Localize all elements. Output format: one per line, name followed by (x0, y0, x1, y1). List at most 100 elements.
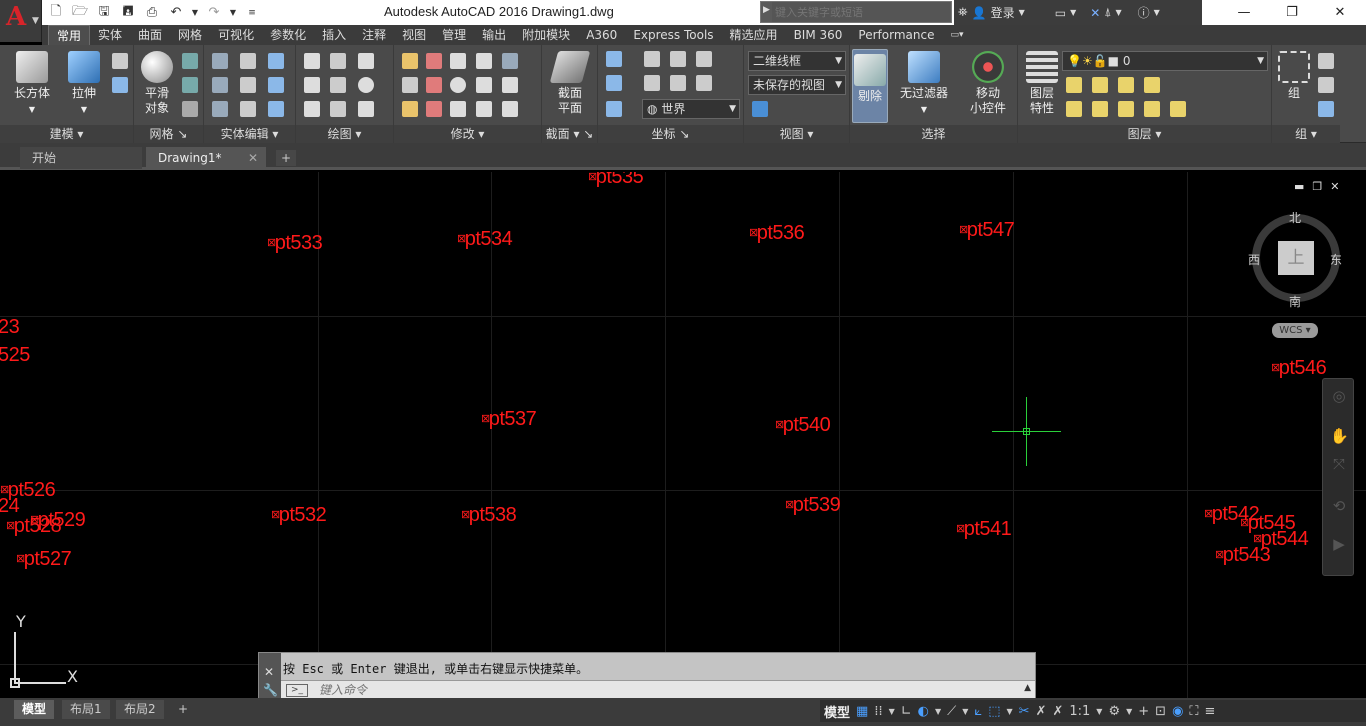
offset-icon[interactable] (450, 77, 466, 93)
customization-menu-icon[interactable]: ≡ (1205, 704, 1216, 719)
mesh-tool-icon[interactable] (182, 77, 198, 93)
add-layout-button[interactable]: + (170, 700, 196, 719)
panel-title-draw[interactable]: 绘图 ▾ (296, 125, 393, 143)
scale-icon[interactable] (476, 77, 492, 93)
panel-title-section[interactable]: 截面 ▾ ↘ (542, 125, 597, 143)
command-input[interactable] (317, 682, 1017, 698)
array-icon[interactable] (450, 101, 466, 117)
binoculars-icon[interactable]: ⛯ (958, 5, 968, 20)
group-tool-icon[interactable] (1318, 53, 1334, 69)
solid-edit-icon[interactable] (268, 53, 284, 69)
auto-scale-icon[interactable]: ✗ (1036, 704, 1047, 719)
showmotion-icon[interactable]: ▶ (1330, 535, 1348, 553)
panel-title-view[interactable]: 视图 ▾ (744, 125, 849, 143)
panel-title-solid-edit[interactable]: 实体编辑 ▾ (204, 125, 295, 143)
ucs-icon[interactable] (670, 75, 686, 91)
layer-properties-button[interactable]: 图层 特性 (1022, 51, 1062, 116)
panel-title-mesh[interactable]: 网格 ↘ (134, 125, 203, 143)
spline-icon[interactable] (304, 77, 320, 93)
compass-north[interactable]: 北 (1289, 209, 1301, 226)
panel-title-modify[interactable]: 修改 ▾ (394, 125, 541, 143)
panel-title-coordinates[interactable]: 坐标 ↘ (598, 125, 743, 143)
copy-icon[interactable] (476, 53, 492, 69)
tab-insert[interactable]: 插入 (314, 25, 354, 45)
layer-tool-icon[interactable] (1144, 77, 1160, 93)
point-label[interactable]: 23 (0, 316, 20, 339)
restore-icon[interactable]: ❐ (1312, 180, 1322, 193)
app-store-icon[interactable]: ▭ (1055, 6, 1066, 20)
command-prompt-icon[interactable]: >_ (286, 684, 308, 697)
ucs-icon[interactable] (644, 75, 660, 91)
exchange-icon[interactable]: ✕ (1090, 6, 1100, 20)
layer-tool-icon[interactable] (1144, 101, 1160, 117)
redo-dropdown-icon[interactable]: ▼ (228, 4, 238, 22)
compass-west[interactable]: 西 (1248, 251, 1260, 268)
tab-layout2[interactable]: 布局2 (116, 700, 164, 719)
mesh-tool-icon[interactable] (182, 53, 198, 69)
tab-express-tools[interactable]: Express Tools (625, 25, 721, 45)
panel-title-modeling[interactable]: 建模 ▾ (0, 125, 133, 143)
tab-drawing1[interactable]: Drawing1* ✕ (146, 147, 266, 169)
point-label[interactable]: ⊠pt540 (775, 414, 831, 437)
mesh-tool-icon[interactable] (182, 101, 198, 117)
draw-tool-icon[interactable] (330, 53, 346, 69)
user-icon[interactable]: 👤 (972, 6, 987, 20)
chevron-down-icon[interactable]: ▼ (1116, 8, 1122, 17)
tab-output[interactable]: 输出 (474, 25, 514, 45)
layer-tool-icon[interactable] (1092, 101, 1108, 117)
chevron-down-icon[interactable]: ▼ (962, 707, 968, 716)
tab-home[interactable]: 常用 (48, 25, 91, 45)
isolate-objects-icon[interactable]: ⊡ (1155, 704, 1166, 719)
login-link[interactable]: 登录 (991, 4, 1015, 21)
layer-select[interactable]: 💡☀🔓■ 0 ▼ (1062, 51, 1268, 71)
compass-south[interactable]: 南 (1289, 293, 1301, 310)
trim-icon[interactable] (502, 53, 518, 69)
group-tool-icon[interactable] (1318, 77, 1334, 93)
polar-icon[interactable]: ◐ (918, 704, 929, 719)
ellipse-icon[interactable] (358, 101, 374, 117)
ucs-icon[interactable] (606, 75, 622, 91)
tab-bim360[interactable]: BIM 360 (786, 25, 851, 45)
annotation-visibility-icon[interactable]: ✂ (1019, 704, 1030, 719)
ortho-icon[interactable]: ∟ (901, 704, 912, 719)
chevron-down-icon[interactable]: ▼ (889, 707, 895, 716)
ucs-icon[interactable] (606, 101, 622, 117)
line-icon[interactable] (330, 77, 346, 93)
point-label[interactable]: ⊠pt528 (6, 515, 62, 538)
layer-tool-icon[interactable] (1118, 77, 1134, 93)
model-space-toggle[interactable]: 模型 (824, 702, 850, 721)
point-label[interactable]: ⊠pt527 (16, 548, 72, 571)
clean-screen-icon[interactable]: ⛶ (1189, 704, 1198, 719)
wrench-icon[interactable]: 🔧 (263, 683, 278, 697)
point-label[interactable]: ⊠pt541 (956, 518, 1012, 541)
undo-dropdown-icon[interactable]: ▼ (190, 4, 200, 22)
move-icon[interactable] (402, 53, 418, 69)
tab-annotate[interactable]: 注释 (354, 25, 394, 45)
box-button[interactable]: 长方体 ▼ (10, 51, 54, 117)
isodraft-icon[interactable]: ⟋ (947, 704, 956, 719)
move-icon[interactable] (450, 53, 466, 69)
point-label[interactable]: ⊠pt536 (749, 222, 805, 245)
ucs-icon[interactable] (696, 75, 712, 91)
close-icon[interactable]: ✕ (264, 665, 274, 679)
visual-style-select[interactable]: 二维线框 ▼ (748, 51, 846, 71)
no-filter-button[interactable]: 无过滤器 ▼ (896, 51, 952, 117)
group-tool-icon[interactable] (1318, 101, 1334, 117)
new-tab-button[interactable]: + (276, 150, 296, 166)
point-label[interactable]: ⊠pt539 (785, 494, 841, 517)
modify-tool-icon[interactable] (502, 101, 518, 117)
steering-wheel-icon[interactable]: ◎ (1330, 387, 1348, 405)
wcs-menu[interactable]: WCS ▾ (1272, 323, 1318, 338)
chevron-down-icon[interactable]: ▼ (1096, 707, 1102, 716)
tab-addins[interactable]: 附加模块 (514, 25, 578, 45)
arc-icon[interactable] (358, 53, 374, 69)
tab-surface[interactable]: 曲面 (130, 25, 170, 45)
save-icon[interactable]: 🖫 (94, 4, 114, 22)
join-icon[interactable] (476, 101, 492, 117)
section-plane-button[interactable]: 截面 平面 (548, 51, 592, 116)
undo-icon[interactable]: ↶ (166, 4, 186, 22)
explode-icon[interactable] (426, 101, 442, 117)
move-gizmo-button[interactable]: 移动 小控件 (962, 51, 1014, 116)
chevron-down-icon[interactable]: ▼ (1019, 8, 1025, 17)
tab-manage[interactable]: 管理 (434, 25, 474, 45)
